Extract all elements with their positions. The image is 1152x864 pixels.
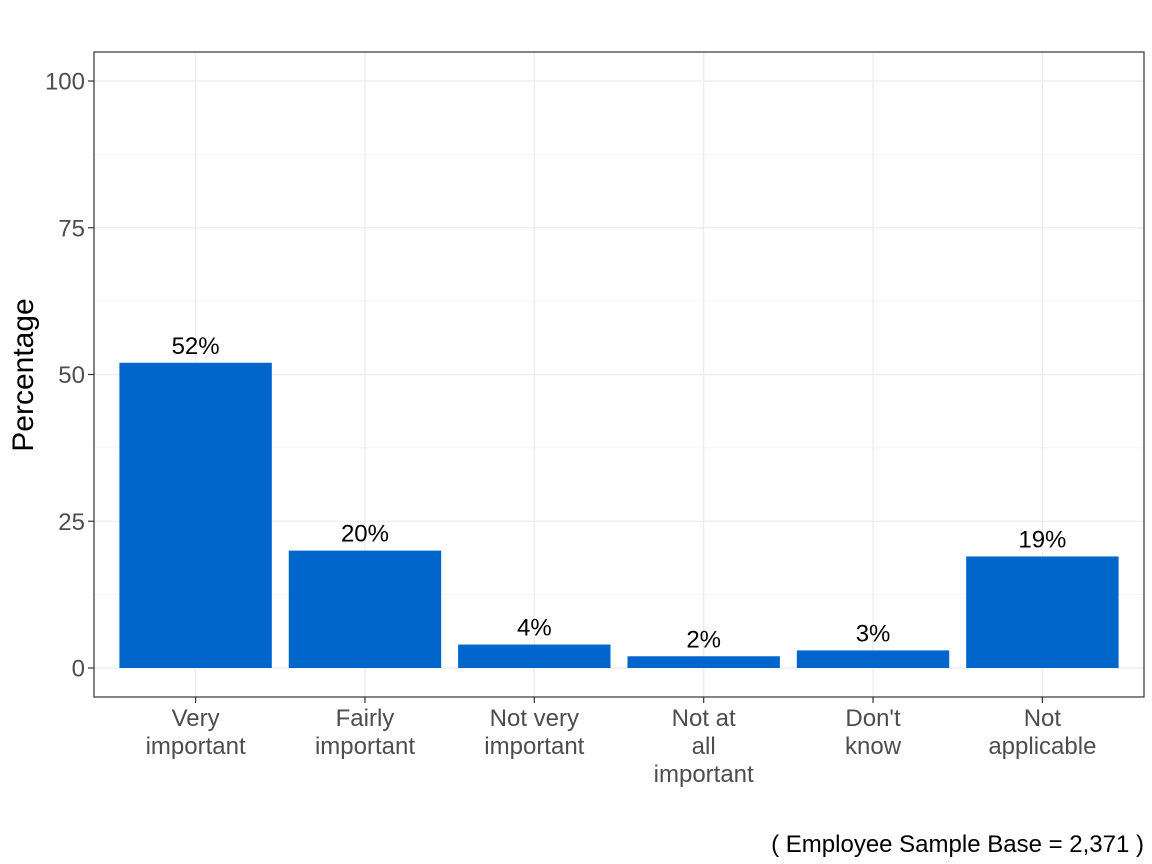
data-label: 52% <box>172 333 220 360</box>
bar-chart: 52%20%4% 2% 3%19% 0255075100 Very important… <box>7 51 1145 858</box>
caption: ( Employee Sample Base = 2,371 ) <box>771 831 1144 858</box>
data-label: 3% <box>856 620 891 647</box>
x-tick-label-line: all <box>692 733 716 760</box>
x-tick-label: Fairly important <box>315 705 415 760</box>
x-tick-label-line: important <box>484 733 584 760</box>
y-tick-label: 50 <box>58 362 85 389</box>
x-tick-label-line: know <box>845 733 902 760</box>
x-tick-label-line: important <box>146 733 246 760</box>
bar <box>796 650 950 668</box>
x-tick-label-line: Very <box>172 705 220 732</box>
y-axis-title: Percentage <box>7 298 40 451</box>
x-tick-label-line: applicable <box>988 733 1096 760</box>
x-tick-label-line: Not very <box>490 705 579 732</box>
bar <box>288 550 442 668</box>
x-tick-label-line: Not at <box>672 705 736 732</box>
bar <box>458 644 611 668</box>
x-tick-label-line: important <box>654 761 754 788</box>
x-tick-label-line: Not <box>1024 705 1062 732</box>
x-tick-label-line: important <box>315 733 415 760</box>
x-tick-label: Don't know <box>845 705 902 760</box>
bar <box>627 656 780 668</box>
y-tick-label: 25 <box>58 509 85 536</box>
x-tick-label: Not at all important <box>654 705 754 788</box>
x-tick-label-line: Fairly <box>336 705 395 732</box>
x-tick-label: Not applicable <box>988 705 1096 760</box>
y-tick-label: 100 <box>45 69 85 96</box>
x-tick-label-line: Don't <box>845 705 901 732</box>
bar <box>966 556 1119 668</box>
x-tick-label: Very important <box>146 705 246 760</box>
y-tick-label: 0 <box>72 656 85 683</box>
bar <box>119 362 272 668</box>
y-tick-label: 75 <box>58 215 85 242</box>
bars <box>119 362 1119 668</box>
x-tick-label: Not very important <box>484 705 584 760</box>
y-axis-ticks: 0 25 50 75 100 <box>45 69 94 683</box>
data-label: 20% <box>341 521 389 548</box>
data-label: 4% <box>517 615 552 642</box>
data-label: 2% <box>686 626 721 653</box>
data-label: 19% <box>1018 526 1066 553</box>
x-axis-ticks: Very importantFairly importantNot very impo… <box>146 697 1096 788</box>
